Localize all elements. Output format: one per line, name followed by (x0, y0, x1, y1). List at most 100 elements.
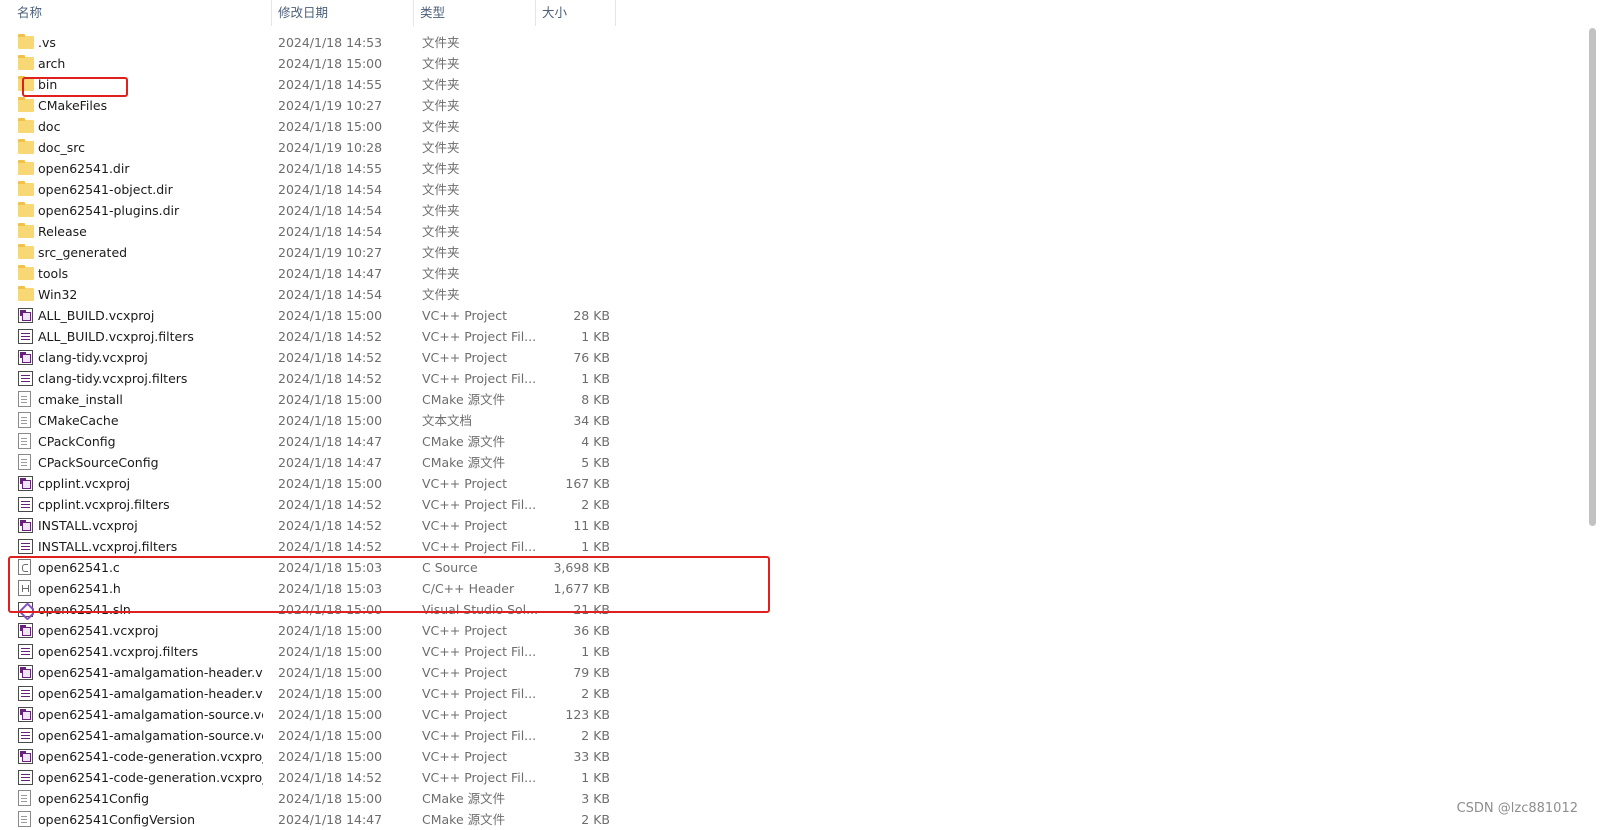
file-row[interactable]: open62541-code-generation.vcxproj 2024/1/… (0, 746, 1590, 767)
scrollbar-thumb[interactable] (1589, 28, 1596, 526)
file-name: cmake_install (38, 392, 123, 407)
file-row[interactable]: open62541-amalgamation-source.vc... 2024/… (0, 725, 1590, 746)
column-header-date[interactable]: 修改日期 (272, 0, 414, 26)
file-date: 2024/1/18 14:47 (278, 434, 383, 449)
file-row[interactable]: INSTALL.vcxproj.filters 2024/1/18 14:52 VC… (0, 536, 1590, 557)
file-date: 2024/1/18 14:54 (278, 287, 383, 302)
file-date: 2024/1/18 14:55 (278, 161, 383, 176)
file-type: VC++ Project Fil... (422, 329, 537, 344)
file-type: VC++ Project (422, 518, 507, 533)
file-type: Visual Studio Sol... (422, 602, 539, 617)
folder-icon (18, 97, 34, 112)
file-name: doc_src (38, 140, 85, 155)
column-header-type[interactable]: 类型 (414, 0, 536, 26)
folder-icon (18, 118, 34, 133)
vertical-scrollbar[interactable] (1583, 0, 1600, 824)
file-row[interactable]: tools 2024/1/18 14:47 文件夹 (0, 263, 1590, 284)
file-row[interactable]: doc 2024/1/18 15:00 文件夹 (0, 116, 1590, 137)
file-row[interactable]: CPackSourceConfig 2024/1/18 14:47 CMake 源文… (0, 452, 1590, 473)
file-row[interactable]: INSTALL.vcxproj 2024/1/18 14:52 VC++ Proje… (0, 515, 1590, 536)
file-name: open62541.c (38, 560, 120, 575)
file-icon-cell (18, 683, 34, 704)
file-date: 2024/1/18 14:47 (278, 455, 383, 470)
file-icon-cell (18, 557, 34, 578)
file-row[interactable]: clang-tidy.vcxproj.filters 2024/1/18 14:5… (0, 368, 1590, 389)
column-header-bar: ^ 名称 修改日期 类型 大小 (0, 0, 1600, 30)
file-row[interactable]: clang-tidy.vcxproj 2024/1/18 14:52 VC++ Pr… (0, 347, 1590, 368)
file-size: 123 KB (565, 707, 610, 722)
column-header-size[interactable]: 大小 (536, 0, 616, 26)
document-icon (18, 391, 31, 407)
column-header-name[interactable]: 名称 (11, 0, 272, 26)
file-row[interactable]: .vs 2024/1/18 14:53 文件夹 (0, 32, 1590, 53)
file-date: 2024/1/18 14:54 (278, 182, 383, 197)
file-row[interactable]: open62541-amalgamation-header.vc... 2024/… (0, 683, 1590, 704)
file-row[interactable]: cmake_install 2024/1/18 15:00 CMake 源文件 8 K… (0, 389, 1590, 410)
file-size: 28 KB (573, 308, 610, 323)
file-name: .vs (38, 35, 56, 50)
file-size (530, 221, 610, 242)
file-type: 文件夹 (422, 161, 460, 176)
file-name: open62541-code-generation.vcxproj (38, 749, 263, 764)
file-icon-cell (18, 809, 34, 830)
file-icon-cell (18, 32, 34, 53)
file-name: ALL_BUILD.vcxproj (38, 308, 155, 323)
file-type: VC++ Project (422, 476, 507, 491)
file-date: 2024/1/18 14:54 (278, 203, 383, 218)
c-source-icon (18, 559, 31, 575)
file-row[interactable]: CMakeCache 2024/1/18 15:00 文本文档 34 KB (0, 410, 1590, 431)
file-row[interactable]: open62541-object.dir 2024/1/18 14:54 文件夹 (0, 179, 1590, 200)
file-icon-cell (18, 221, 34, 242)
file-row[interactable]: doc_src 2024/1/19 10:28 文件夹 (0, 137, 1590, 158)
file-date: 2024/1/19 10:27 (278, 245, 383, 260)
file-type: CMake 源文件 (422, 455, 506, 470)
file-row[interactable]: bin 2024/1/18 14:55 文件夹 (0, 74, 1590, 95)
file-row[interactable]: src_generated 2024/1/19 10:27 文件夹 (0, 242, 1590, 263)
file-name: cpplint.vcxproj.filters (38, 497, 170, 512)
file-name: CMakeCache (38, 413, 119, 428)
file-type: CMake 源文件 (422, 392, 506, 407)
file-row[interactable]: open62541.c 2024/1/18 15:03 C Source 3,698 … (0, 557, 1590, 578)
folder-icon (18, 265, 34, 280)
file-row[interactable]: CPackConfig 2024/1/18 14:47 CMake 源文件 4 KB (0, 431, 1590, 452)
file-type: 文件夹 (422, 119, 460, 134)
file-icon-cell (18, 305, 34, 326)
file-icon-cell (18, 95, 34, 116)
file-row[interactable]: cpplint.vcxproj 2024/1/18 15:00 VC++ Proje… (0, 473, 1590, 494)
file-row[interactable]: ALL_BUILD.vcxproj 2024/1/18 15:00 VC++ Pro… (0, 305, 1590, 326)
file-icon-cell (18, 536, 34, 557)
file-row[interactable]: Win32 2024/1/18 14:54 文件夹 (0, 284, 1590, 305)
file-type: 文件夹 (422, 98, 460, 113)
folder-icon (18, 76, 34, 91)
file-row[interactable]: cpplint.vcxproj.filters 2024/1/18 14:52 VC… (0, 494, 1590, 515)
file-type: VC++ Project (422, 707, 507, 722)
file-row[interactable]: open62541-amalgamation-source.vc... 2024/… (0, 704, 1590, 725)
file-date: 2024/1/18 15:03 (278, 581, 383, 596)
file-name: open62541.h (38, 581, 121, 596)
file-date: 2024/1/18 14:55 (278, 77, 383, 92)
file-row[interactable]: open62541.vcxproj.filters 2024/1/18 15:00… (0, 641, 1590, 662)
file-row[interactable]: ALL_BUILD.vcxproj.filters 2024/1/18 14:52… (0, 326, 1590, 347)
file-icon-cell (18, 137, 34, 158)
file-row[interactable]: open62541-code-generation.vcxproj.... 202… (0, 767, 1590, 788)
file-row[interactable]: open62541.h 2024/1/18 15:03 C/C++ Header 1,… (0, 578, 1590, 599)
file-type: VC++ Project Fil... (422, 686, 537, 701)
file-type: VC++ Project Fil... (422, 371, 537, 386)
file-row[interactable]: open62541.sln 2024/1/18 15:00 Visual Studi… (0, 599, 1590, 620)
file-row[interactable]: open62541.vcxproj 2024/1/18 15:00 VC++ Pro… (0, 620, 1590, 641)
file-row[interactable]: open62541.dir 2024/1/18 14:55 文件夹 (0, 158, 1590, 179)
file-row[interactable]: arch 2024/1/18 15:00 文件夹 (0, 53, 1590, 74)
file-row[interactable]: CMakeFiles 2024/1/19 10:27 文件夹 (0, 95, 1590, 116)
file-size: 5 KB (581, 455, 610, 470)
file-row[interactable]: open62541-amalgamation-header.vc... 2024/… (0, 662, 1590, 683)
file-icon-cell (18, 389, 34, 410)
file-size (530, 200, 610, 221)
file-row[interactable]: open62541Config 2024/1/18 15:00 CMake 源文件 3… (0, 788, 1590, 809)
file-size: 21 KB (573, 602, 610, 617)
file-row[interactable]: open62541ConfigVersion 2024/1/18 14:47 CMa… (0, 809, 1590, 830)
file-icon-cell (18, 515, 34, 536)
file-row[interactable]: Release 2024/1/18 14:54 文件夹 (0, 221, 1590, 242)
file-name: open62541-amalgamation-header.vc... (38, 686, 263, 701)
file-row[interactable]: open62541-plugins.dir 2024/1/18 14:54 文件夹 (0, 200, 1590, 221)
file-icon-cell (18, 452, 34, 473)
